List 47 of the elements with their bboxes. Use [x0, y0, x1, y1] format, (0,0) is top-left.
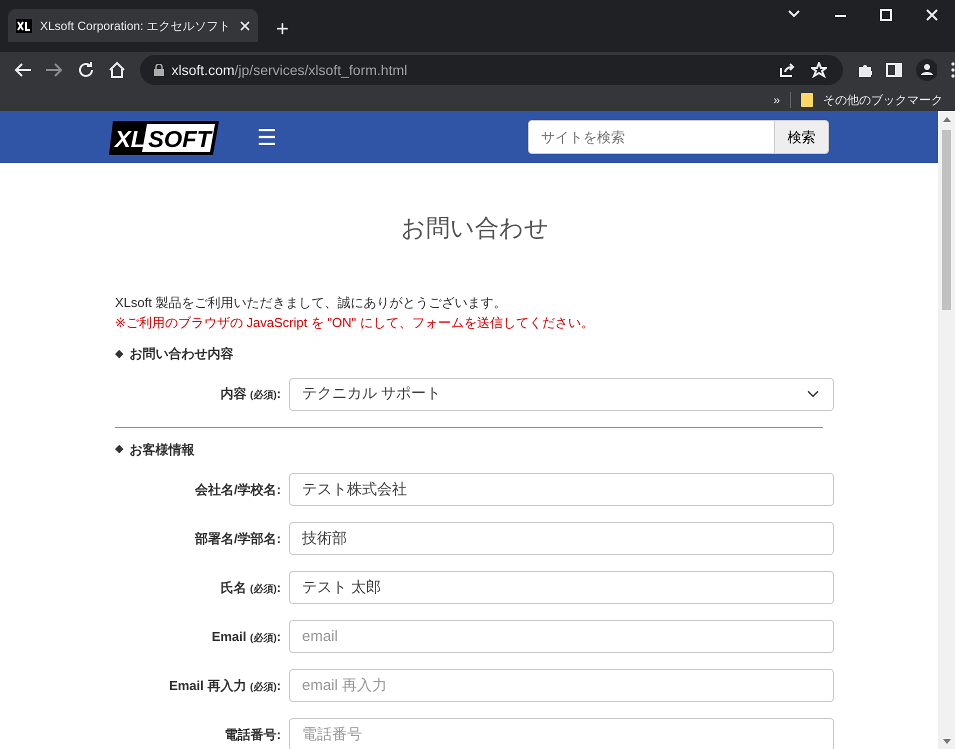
field-label: 氏名 (必須): — [220, 580, 281, 595]
page-title: お問い合わせ — [400, 214, 550, 244]
scrollbar-thumb[interactable] — [942, 130, 951, 310]
intro-text: XLsoft 製品をご利用いただきまして、誠にありがとうございます。 — [115, 294, 508, 312]
input-field[interactable]: email — [289, 620, 834, 653]
input-field[interactable]: 技術部 — [289, 522, 834, 555]
input-field[interactable]: email 再入力 — [289, 669, 834, 702]
close-icon[interactable] — [240, 20, 250, 30]
site-logo[interactable]: XLSOFT — [109, 119, 219, 155]
input-field[interactable]: テスト 太郎 — [289, 571, 834, 604]
star-icon[interactable] — [810, 62, 827, 78]
side-panel-icon[interactable] — [886, 63, 902, 77]
field-label: 会社名/学校名: — [195, 482, 281, 497]
field-label: Email (必須): — [212, 628, 281, 644]
input-field[interactable]: 電話番号 — [289, 718, 834, 749]
bookmark-folder[interactable]: その他のブックマーク — [823, 90, 943, 108]
input-field[interactable]: テスト株式会社 — [289, 473, 834, 506]
folder-icon — [801, 92, 813, 106]
back-icon[interactable] — [14, 62, 32, 78]
menu-dots-icon[interactable] — [951, 62, 955, 78]
field-label: 内容 (必須): — [220, 386, 281, 402]
browser-tab[interactable]: XLsoft Corporation: エクセルソフト — [8, 9, 258, 42]
section-heading: お問い合わせ内容 — [129, 345, 234, 363]
menu-button[interactable]: ☰ — [257, 120, 277, 154]
share-icon[interactable] — [778, 62, 795, 78]
notice-text: ※ご利用のブラウザの JavaScript を "ON" にして、フォームを送信してください。 — [115, 314, 595, 332]
bookmarks-more-button[interactable]: » — [773, 90, 780, 108]
diamond-icon: ◆ — [115, 441, 124, 458]
search-button[interactable]: 検索 — [775, 120, 829, 154]
forward-icon[interactable] — [45, 62, 63, 78]
field-label: Email 再入力 (必須): — [169, 678, 281, 693]
reload-icon[interactable] — [76, 61, 94, 79]
inquiry-select[interactable]: テクニカル サポート — [289, 378, 834, 410]
search-field[interactable]: サイトを検索 — [528, 120, 775, 154]
puzzle-icon[interactable] — [856, 62, 872, 78]
section-heading: お客様情報 — [129, 440, 194, 458]
profile-icon[interactable] — [916, 59, 938, 81]
lock-icon — [154, 64, 164, 76]
home-icon[interactable] — [108, 61, 126, 79]
diamond-icon: ◆ — [115, 346, 124, 362]
field-label: 電話番号: — [224, 726, 281, 742]
address-bar[interactable]: xlsoft.com/jp/services/xlsoft_form.html — [140, 55, 843, 85]
scroll-down-icon[interactable] — [942, 739, 950, 745]
field-label: 部署名/学部名: — [195, 530, 281, 546]
new-tab-button[interactable]: + — [276, 12, 289, 52]
site-favicon-icon — [16, 18, 32, 32]
scroll-up-icon[interactable] — [942, 116, 950, 122]
